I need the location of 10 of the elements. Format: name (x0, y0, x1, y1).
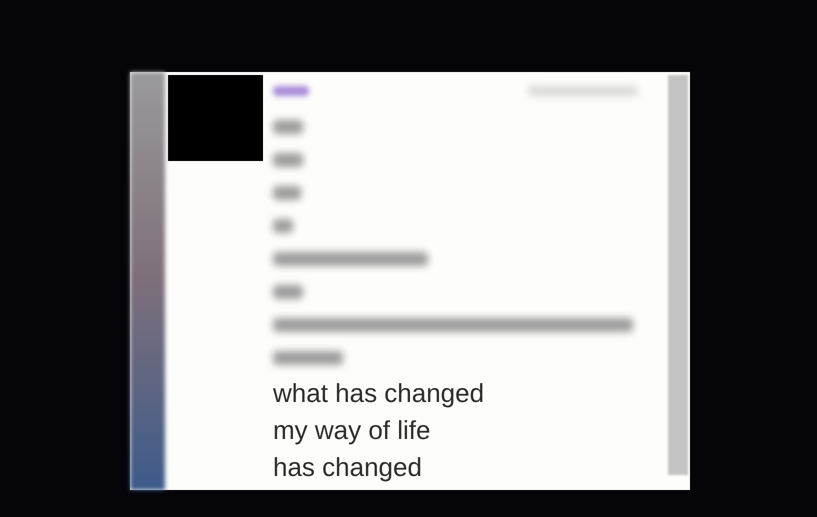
blurred-text-line (273, 186, 301, 200)
blurred-username (273, 86, 309, 96)
blurred-text-line (273, 153, 303, 167)
message-text: my way of life (273, 414, 432, 447)
blurred-text-line (273, 351, 343, 365)
message-text: has changed (273, 451, 423, 484)
blurred-text-line (273, 120, 303, 134)
message-text: what has changed (273, 377, 486, 410)
blurred-text-line (273, 219, 293, 233)
blurred-text-line (273, 285, 303, 299)
